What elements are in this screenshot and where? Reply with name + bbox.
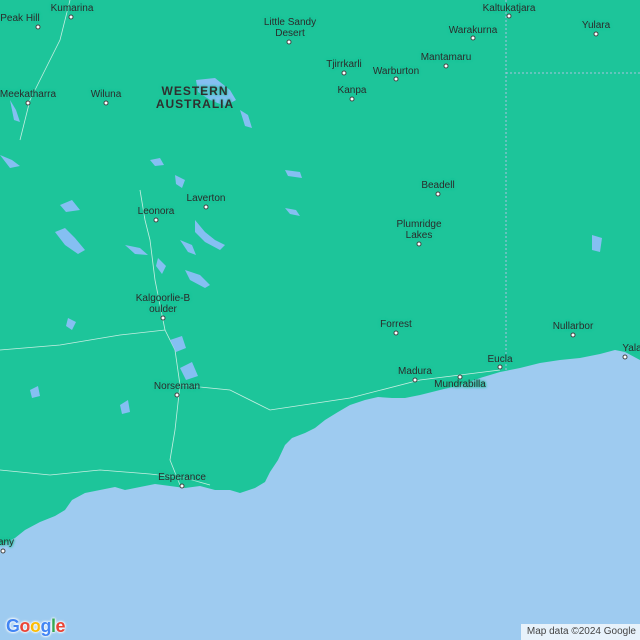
logo-letter-e: e [55,616,66,636]
map-attribution[interactable]: Map data ©2024 Google [520,624,640,640]
place-label-meekatharra[interactable]: Meekatharra [0,89,56,100]
place-label-beadell[interactable]: Beadell [421,180,454,191]
place-label-norseman[interactable]: Norseman [154,381,200,392]
place-marker-kumarina[interactable] [68,14,74,20]
place-marker-plumridge-lakes[interactable] [416,241,422,247]
place-label-mantamaru[interactable]: Mantamaru [421,52,472,63]
place-marker-kaltukatjara[interactable] [506,13,512,19]
place-marker-leonora[interactable] [153,217,159,223]
place-marker-madura[interactable] [412,377,418,383]
place-marker-kalgoorlie-boulder[interactable] [160,315,166,321]
place-marker-beadell[interactable] [435,191,441,197]
place-marker-little-sandy-desert[interactable] [286,39,292,45]
place-label-yulara[interactable]: Yulara [582,20,610,31]
place-label-leonora[interactable]: Leonora [138,206,175,217]
place-marker-forrest[interactable] [393,330,399,336]
place-label-warburton[interactable]: Warburton [373,66,419,77]
logo-letter-g1: G [6,616,20,636]
place-label-wiluna[interactable]: Wiluna [91,89,122,100]
place-marker-warburton[interactable] [393,76,399,82]
place-marker-albany[interactable] [0,548,6,554]
place-label-kalgoorlie-boulder[interactable]: Kalgoorlie-Boulder [133,293,193,315]
google-logo[interactable]: Google [6,616,66,637]
place-marker-esperance[interactable] [179,483,185,489]
place-marker-laverton[interactable] [203,204,209,210]
place-label-albany-partial[interactable]: any [0,537,14,548]
place-label-eucla[interactable]: Eucla [487,354,512,365]
place-label-nullarbor[interactable]: Nullarbor [553,321,594,332]
place-marker-meekatharra[interactable] [25,100,31,106]
place-marker-eucla[interactable] [497,364,503,370]
place-label-kumarina[interactable]: Kumarina [51,3,94,14]
place-label-plumridge-lakes[interactable]: Plumridge Lakes [389,219,449,241]
place-marker-peak-hill[interactable] [35,24,41,30]
region-label-western-australia: WESTERN AUSTRALIA [156,85,234,111]
place-marker-yala[interactable] [622,354,628,360]
logo-letter-g2: g [40,616,52,636]
place-label-peak-hill[interactable]: Peak Hill [0,13,39,24]
place-label-mundrabilla[interactable]: Mundrabilla [434,379,486,390]
place-marker-kanpa[interactable] [349,96,355,102]
place-label-forrest[interactable]: Forrest [380,319,412,330]
place-marker-warakurna[interactable] [470,35,476,41]
place-label-kaltukatjara[interactable]: Kaltukatjara [483,3,536,14]
place-label-kanpa[interactable]: Kanpa [338,85,367,96]
place-marker-wiluna[interactable] [103,100,109,106]
place-marker-norseman[interactable] [174,392,180,398]
place-label-warakurna[interactable]: Warakurna [449,25,498,36]
place-marker-nullarbor[interactable] [570,332,576,338]
place-marker-mantamaru[interactable] [443,63,449,69]
place-marker-tjirrkarli[interactable] [341,70,347,76]
place-label-little-sandy-desert[interactable]: Little Sandy Desert [255,17,325,39]
place-marker-mundrabilla[interactable] [457,374,463,380]
place-label-madura[interactable]: Madura [398,366,432,377]
place-label-laverton[interactable]: Laverton [187,193,226,204]
place-label-yala[interactable]: Yala [622,343,640,354]
logo-letter-o2: o [30,616,41,636]
region-label-line-2: AUSTRALIA [155,97,235,111]
place-label-tjirrkarli[interactable]: Tjirrkarli [326,59,362,70]
logo-letter-o1: o [19,616,31,636]
place-marker-yulara[interactable] [593,31,599,37]
place-label-esperance[interactable]: Esperance [158,472,206,483]
